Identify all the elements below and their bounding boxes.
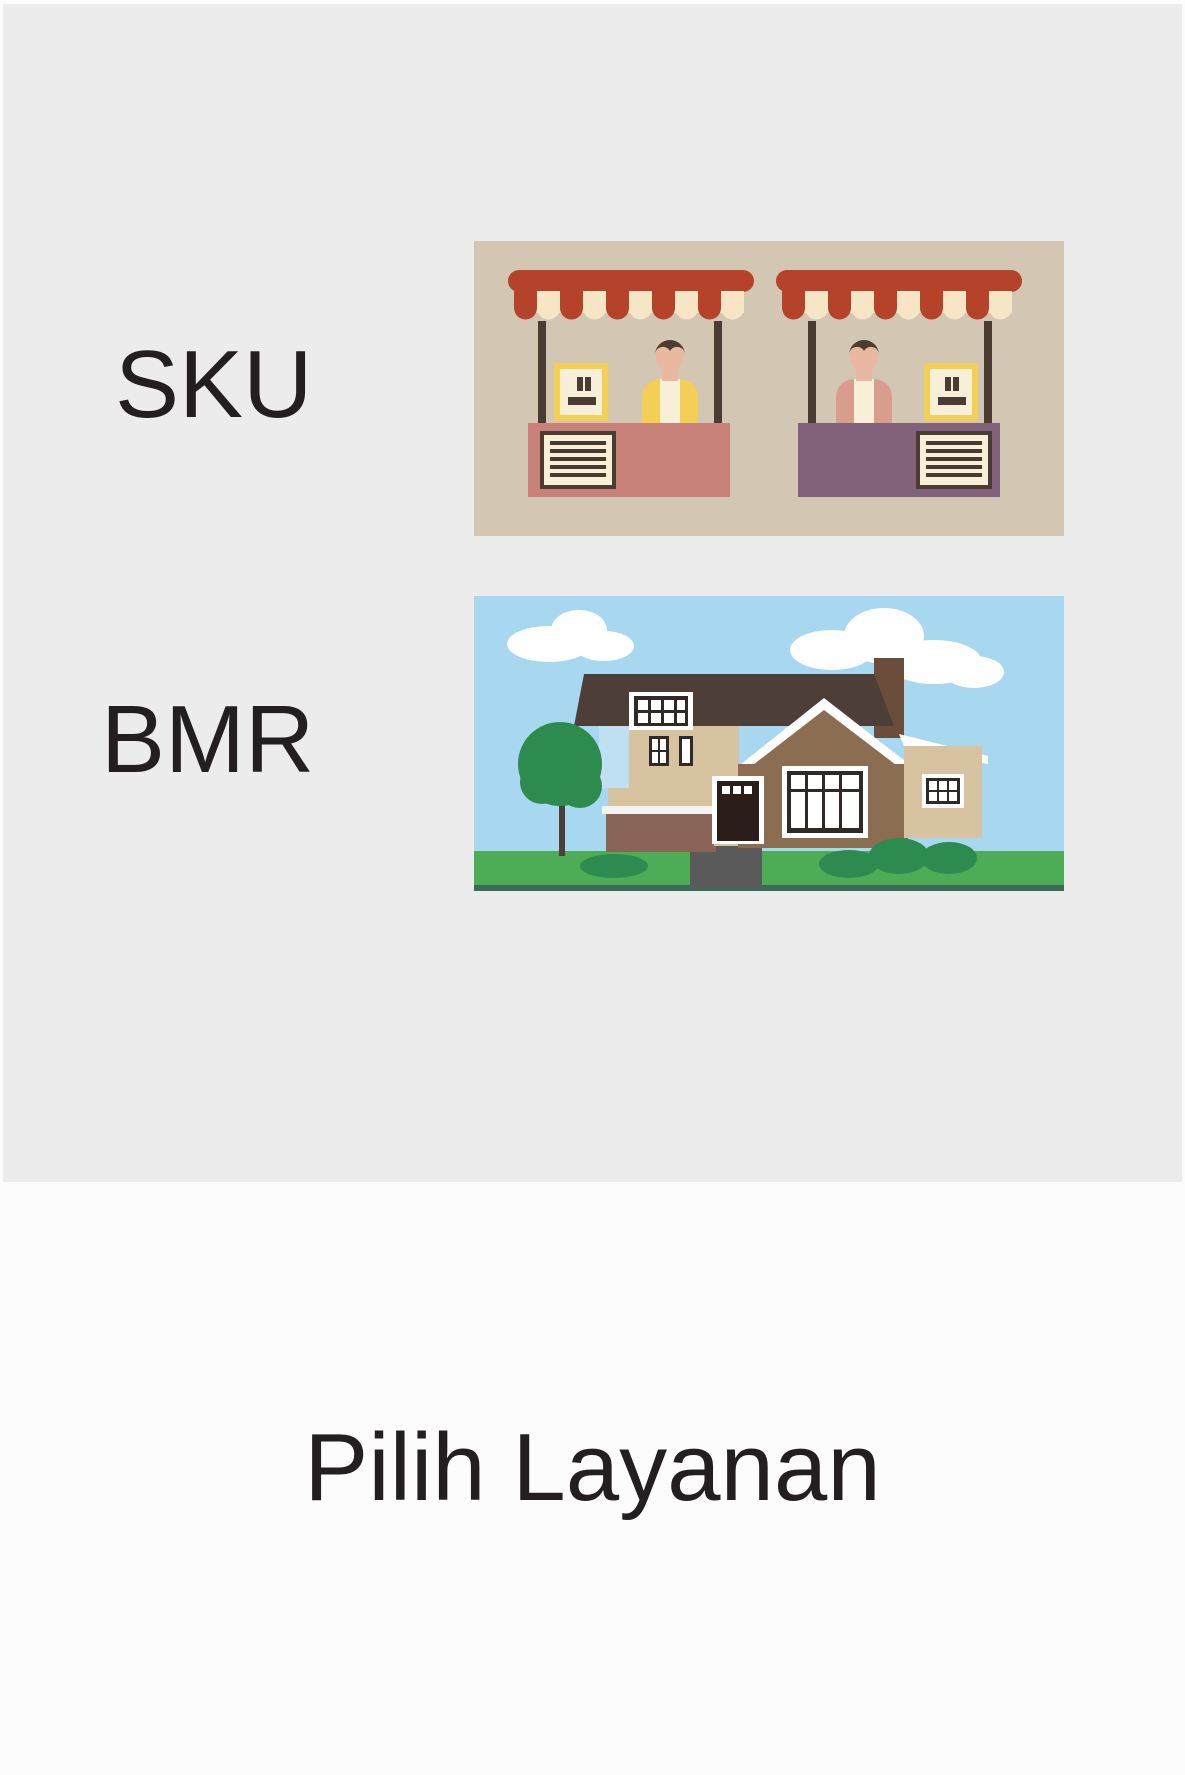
market-stalls-icon[interactable] [474, 241, 1064, 536]
service-selection-page: SKU BMR Pilih Layanan [0, 0, 1185, 1775]
service-label-sku[interactable]: SKU [115, 337, 312, 433]
service-options-panel [3, 4, 1182, 1182]
house-icon[interactable] [474, 596, 1064, 891]
page-title: Pilih Layanan [304, 1414, 881, 1521]
service-label-bmr[interactable]: BMR [101, 692, 314, 788]
